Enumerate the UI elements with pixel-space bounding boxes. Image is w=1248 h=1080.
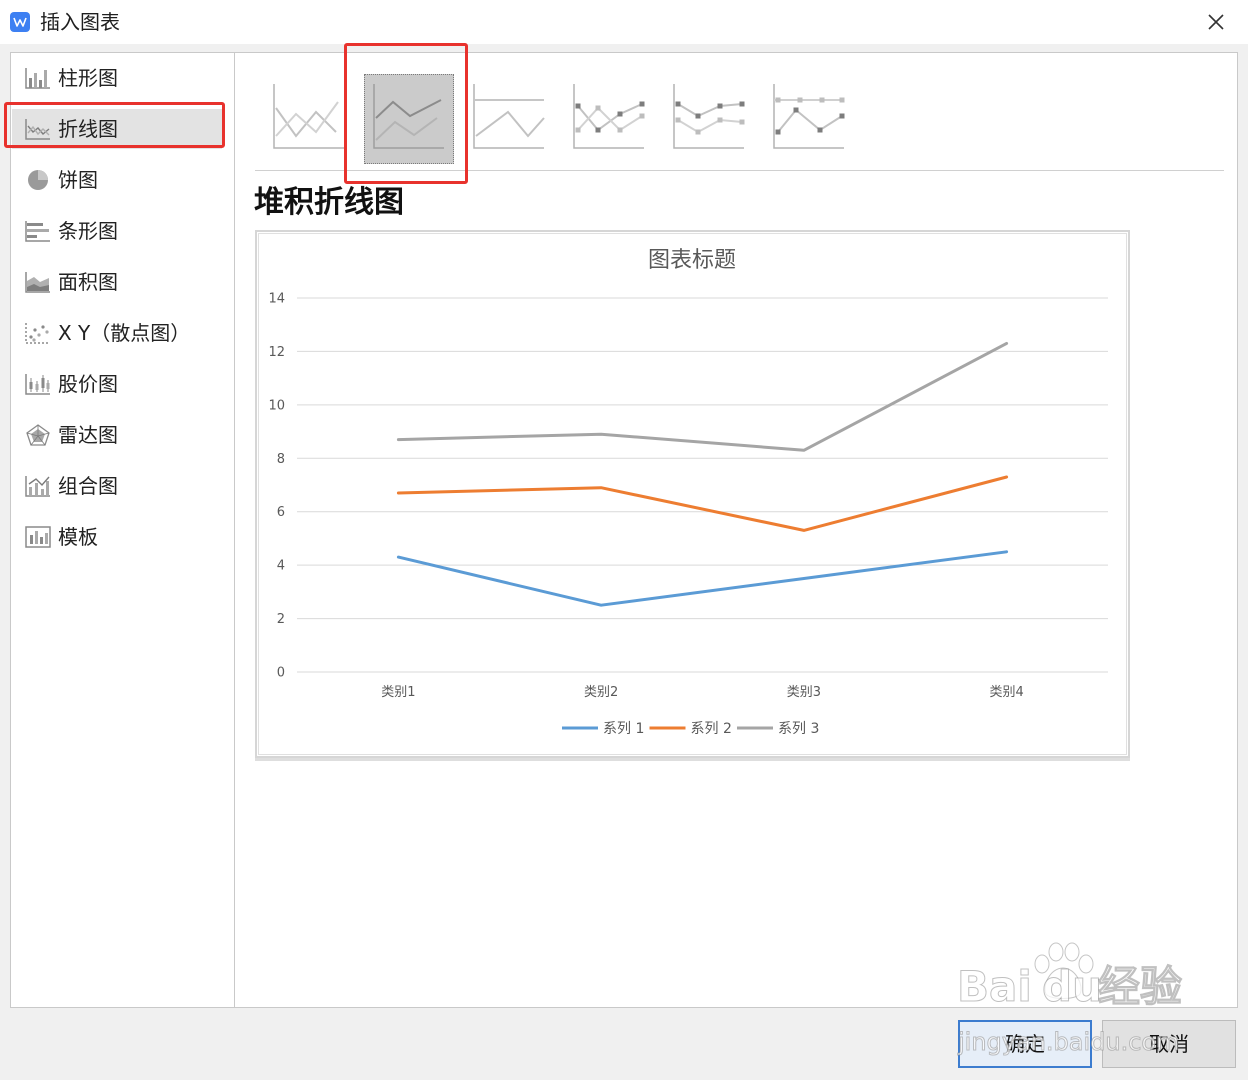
combo-chart-icon [24,474,52,498]
legend-label: 系列 2 [691,721,732,737]
window-title: 插入图表 [40,10,120,34]
stacked-line-subtype-icon [373,84,444,149]
sidebar-item-area-chart[interactable]: 面积图 [12,262,222,302]
sidebar-item-label: 雷达图 [58,423,118,447]
line-chart-icon [24,117,52,141]
wps-app-icon [10,12,30,32]
pie-chart-icon [24,168,52,192]
sidebar-item-label: 组合图 [58,474,118,498]
radar-chart-icon [24,423,52,447]
subtype-stacked-line[interactable] [364,74,454,164]
subtype-line[interactable] [264,74,354,164]
subtype-line-with-markers[interactable] [564,74,654,164]
y-tick-label: 2 [277,612,285,627]
sidebar-item-label: 条形图 [58,219,118,243]
subtype-stacked-line-with-markers[interactable] [664,74,754,164]
sidebar-item-label: 柱形图 [58,66,118,90]
sidebar-item-column-chart[interactable]: 柱形图 [12,58,222,98]
sidebar-item-scatter-chart[interactable]: X Y（散点图） [12,313,222,353]
chart-title: 图表标题 [648,248,736,273]
legend-label: 系列 1 [603,721,644,737]
ok-button[interactable]: 确定 [958,1020,1092,1068]
sidebar-item-stock-chart[interactable]: 股价图 [12,364,222,404]
x-tick-label: 类别1 [381,685,415,700]
y-tick-label: 10 [268,398,285,413]
area-chart-icon [24,270,52,294]
sidebar-item-template[interactable]: 模板 [12,517,222,557]
title-bar: 插入图表 [0,0,1248,44]
sidebar-item-label: X Y（散点图） [58,321,191,345]
y-tick-label: 4 [277,559,285,574]
sidebar-item-line-chart[interactable]: 折线图 [12,109,222,149]
cancel-button[interactable]: 取消 [1102,1020,1236,1068]
legend-label: 系列 3 [778,721,819,737]
y-tick-label: 14 [268,292,285,307]
sidebar-item-combo-chart[interactable]: 组合图 [12,466,222,506]
scatter-chart-icon [24,321,52,345]
line-with-markers-subtype-icon [573,84,645,149]
subtype-percent-stacked-line-with-markers[interactable] [764,74,854,164]
y-tick-label: 12 [268,345,285,360]
sidebar-item-bar-chart[interactable]: 条形图 [12,211,222,251]
template-icon [24,525,52,549]
line-subtype-icon [273,84,344,149]
percent-stacked-line-with-markers-subtype-icon [773,84,845,149]
close-button[interactable] [1203,9,1229,35]
column-chart-icon [24,66,52,90]
subtype-title: 堆积折线图 [254,185,404,220]
x-tick-label: 类别3 [787,685,821,700]
percent-stacked-line-subtype-icon [473,84,545,149]
chart-canvas: 图表标题 0 2 4 6 8 10 12 14 类别1 类别2 类别3 类别4 系列 1 系列 2 系列 3 [258,233,1127,755]
sidebar-divider [234,53,235,1007]
sidebar-item-label: 股价图 [58,372,118,396]
subtype-separator [255,170,1224,171]
sidebar-item-label: 折线图 [58,117,118,141]
stacked-line-with-markers-subtype-icon [673,84,745,149]
sidebar-item-pie-chart[interactable]: 饼图 [12,160,222,200]
sidebar-item-label: 面积图 [58,270,118,294]
stock-chart-icon [24,372,52,396]
chart-preview: 图表标题 0 2 4 6 8 10 12 14 类别1 类别2 类别3 类别4 系列 1 系列 2 系列 3 [255,230,1130,758]
bar-chart-icon [24,219,52,243]
sidebar-item-radar-chart[interactable]: 雷达图 [12,415,222,455]
sidebar-item-label: 饼图 [58,168,98,192]
y-tick-label: 6 [277,505,285,520]
close-icon [1208,14,1224,30]
sidebar-item-label: 模板 [58,525,98,549]
x-tick-label: 类别2 [584,685,618,700]
subtype-percent-stacked-line[interactable] [464,74,554,164]
y-tick-label: 8 [277,452,285,467]
x-tick-label: 类别4 [989,685,1023,700]
y-tick-label: 0 [277,666,285,681]
chart-area-border [258,233,1127,755]
